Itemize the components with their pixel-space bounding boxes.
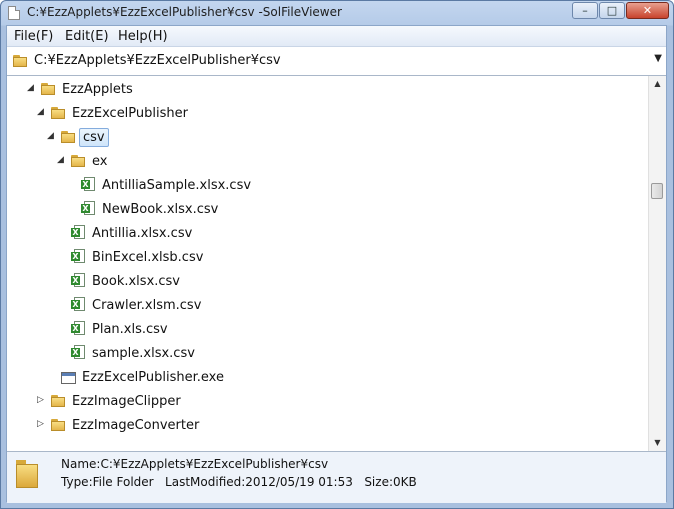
tree-item-label: Plan.xls.csv (92, 322, 168, 337)
close-button[interactable]: ✕ (626, 2, 669, 19)
excel-csv-icon: X (81, 177, 96, 192)
client-area: File(F) Edit(E) Help(H) C:¥EzzApplets¥Ez… (6, 25, 667, 503)
tree-item[interactable]: ▷ EzzImageClipper (37, 392, 547, 412)
collapse-arrow-icon[interactable]: ◢ (57, 155, 65, 165)
expand-arrow-icon[interactable]: ▷ (37, 419, 45, 429)
tree-item[interactable]: X BinExcel.xlsb.csv (67, 248, 567, 268)
tree-item[interactable]: X AntilliaSample.xlsx.csv (77, 176, 577, 196)
path-combobox[interactable]: C:¥EzzApplets¥EzzExcelPublisher¥csv ▼ (7, 47, 666, 76)
tree-item[interactable]: X NewBook.xlsx.csv (77, 200, 577, 220)
tree-item[interactable]: ◢ ex (57, 152, 567, 172)
folder-icon (41, 83, 55, 95)
folder-icon (51, 395, 65, 407)
tree-item[interactable]: ◢ EzzExcelPublisher (37, 104, 547, 124)
window-title: C:¥EzzApplets¥EzzExcelPublisher¥csv -Sol… (27, 5, 342, 19)
tree-item[interactable]: Xsample.xlsx.csv (67, 344, 567, 364)
tree-item-label: EzzExcelPublisher (72, 106, 188, 121)
scroll-down-arrow-icon[interactable]: ▼ (649, 435, 666, 451)
tree-item-label: EzzImageConverter (72, 418, 200, 433)
title-bar[interactable]: C:¥EzzApplets¥EzzExcelPublisher¥csv -Sol… (1, 1, 673, 25)
tree-item[interactable]: X Book.xlsx.csv (67, 272, 567, 292)
tree-item-label: EzzImageClipper (72, 394, 181, 409)
dropdown-arrow-icon[interactable]: ▼ (654, 53, 662, 64)
folder-icon (71, 155, 85, 167)
window-controls: – □ ✕ (571, 2, 669, 19)
tree-item-label: EzzExcelPublisher.exe (82, 370, 224, 385)
scroll-thumb[interactable] (651, 183, 663, 199)
menu-file[interactable]: File(F) (14, 29, 53, 44)
tree-item-label: ex (92, 154, 108, 169)
folder-icon (51, 419, 65, 431)
tree-item-label: sample.xlsx.csv (92, 346, 195, 361)
tree-item[interactable]: ◢ EzzApplets (27, 80, 537, 100)
tree-item-label: Antillia.xlsx.csv (92, 226, 193, 241)
excel-csv-icon: X (71, 345, 86, 360)
tree-item-label: Book.xlsx.csv (92, 274, 181, 289)
excel-csv-icon: X (71, 321, 86, 336)
folder-icon (61, 131, 75, 143)
menu-edit[interactable]: Edit(E) (65, 29, 109, 44)
tree-item[interactable]: ◢ csv (47, 128, 557, 148)
excel-csv-icon: X (71, 249, 86, 264)
app-window: C:¥EzzApplets¥EzzExcelPublisher¥csv -Sol… (0, 0, 674, 509)
path-value[interactable]: C:¥EzzApplets¥EzzExcelPublisher¥csv (34, 53, 281, 68)
tree-item-label: Crawler.xlsm.csv (92, 298, 202, 313)
tree-item-label: NewBook.xlsx.csv (102, 202, 219, 217)
status-modified: LastModified:2012/05/19 01:53 (165, 475, 353, 489)
tree-item-label: BinExcel.xlsb.csv (92, 250, 204, 265)
tree-item[interactable]: EzzExcelPublisher.exe (57, 368, 557, 388)
tree-item[interactable]: X Antillia.xlsx.csv (67, 224, 567, 244)
vertical-scrollbar[interactable]: ▲ ▼ (648, 76, 666, 451)
scroll-up-arrow-icon[interactable]: ▲ (649, 76, 666, 92)
collapse-arrow-icon[interactable]: ◢ (37, 107, 45, 117)
collapse-arrow-icon[interactable]: ◢ (27, 83, 35, 93)
tree-item-label: EzzApplets (62, 82, 133, 97)
minimize-button[interactable]: – (572, 2, 598, 19)
tree-item-label: csv (79, 128, 109, 147)
status-name: Name:C:¥EzzApplets¥EzzExcelPublisher¥csv (61, 457, 329, 471)
excel-csv-icon: X (71, 273, 86, 288)
app-icon[interactable] (8, 6, 20, 20)
menu-bar: File(F) Edit(E) Help(H) (7, 26, 666, 47)
exe-icon (61, 372, 76, 384)
excel-csv-icon: X (71, 297, 86, 312)
status-panel: Name:C:¥EzzApplets¥EzzExcelPublisher¥csv… (7, 451, 666, 503)
excel-csv-icon: X (71, 225, 86, 240)
tree-item[interactable]: ▷ EzzImageConverter (37, 416, 547, 436)
tree-item[interactable]: X Plan.xls.csv (67, 320, 567, 340)
tree-item[interactable]: X Crawler.xlsm.csv (67, 296, 567, 316)
collapse-arrow-icon[interactable]: ◢ (47, 131, 55, 141)
tree-item-label: AntilliaSample.xlsx.csv (102, 178, 252, 193)
menu-help[interactable]: Help(H) (118, 29, 168, 44)
status-type: Type:File Folder (61, 475, 154, 489)
folder-tree[interactable]: ◢ EzzApplets ◢ EzzExcelPublisher ◢ csv ◢ ex X Ant… (7, 76, 652, 451)
folder-icon (14, 460, 40, 488)
status-size: Size:0KB (364, 475, 417, 489)
excel-csv-icon: X (81, 201, 96, 216)
folder-icon (13, 55, 27, 67)
status-details: Type:File Folder LastModified:2012/05/19… (61, 475, 417, 489)
folder-icon (51, 107, 65, 119)
maximize-button[interactable]: □ (599, 2, 625, 19)
expand-arrow-icon[interactable]: ▷ (37, 395, 45, 405)
